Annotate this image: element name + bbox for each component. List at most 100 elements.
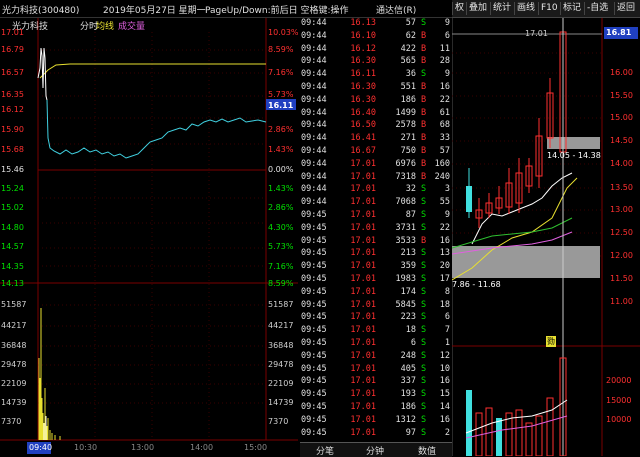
tape-time: 09:44 [301,120,327,131]
pct-label: 10.03% [268,28,299,37]
tape-price: 16.30 [350,94,376,105]
tape-count: 57 [439,146,450,156]
tape-count: 10 [439,363,450,374]
price-label: 17.01 [1,28,24,37]
volume-label: 36848 [268,341,294,350]
tape-row: 09:45 17.01 97 S 2 [300,428,452,440]
tape-price: 17.01 [350,171,376,182]
tape-row: 09:45 17.01 6 S 1 [300,338,452,350]
toolbar-mark-button[interactable]: 标记 [560,2,583,15]
tape-row: 09:44 16.67 750 B 57 [300,146,452,158]
tape-time: 09:45 [301,414,327,425]
tape-volume: 193 [400,389,416,400]
tape-row: 09:45 17.01 359 S 20 [300,261,452,273]
tape-count: 13 [439,248,450,259]
intraday-tab-volume[interactable]: 成交量 [118,19,145,32]
tape-side: S [421,402,427,412]
tape-footer: 分笔 分钟 数值 [300,442,452,457]
tape-row: 09:44 16.13 57 S 9 [300,18,452,30]
tab-values[interactable]: 数值 [418,444,436,457]
intraday-tab-avgline[interactable]: 均线 [96,19,114,32]
tape-count: 3 [444,184,450,195]
toolbar-overlay-button[interactable]: 叠加 [466,2,489,15]
tape-row: 09:45 17.01 193 S 15 [300,389,452,401]
toolbar-watchlist-button[interactable]: -自选 [584,2,610,15]
tape-time: 09:45 [301,286,327,297]
tape-count: 6 [444,312,450,323]
tape-count: 9 [444,69,450,80]
pct-label: 0.00% [268,165,294,174]
pct-label: 8.59% [268,45,294,54]
volume-label: 14739 [268,398,294,407]
trade-tape[interactable]: 09:44 16.13 57 S 9 09:44 16.10 62 B 6 09:44 16.12 42… [300,18,452,442]
tape-row: 09:44 16.11 36 S 9 [300,69,452,81]
tape-side: S [421,376,427,387]
tape-price: 17.01 [350,235,376,246]
tape-volume: 5845 [395,299,416,310]
tape-side: B [421,120,427,131]
volume-label: 22109 [1,379,27,388]
tape-count: 28 [439,56,450,67]
price-label: 14.35 [1,262,24,271]
tape-row: 09:44 16.40 1499 B 61 [300,108,452,120]
service-label: 通达信(R) [376,6,417,16]
tape-side: B [421,107,427,118]
tape-row: 09:45 17.01 174 S 8 [300,287,452,299]
volume-label: 14739 [1,398,27,407]
price-label: 14.13 [1,279,24,288]
tape-price: 17.01 [350,261,376,272]
tape-time: 09:45 [301,248,327,259]
tape-time: 09:45 [301,299,327,310]
tape-time: 09:44 [301,30,327,41]
tape-row: 09:44 16.50 2578 B 68 [300,120,452,132]
tape-count: 14 [439,402,450,412]
toolbar-quan-button[interactable]: 权 [452,2,466,15]
tape-price: 17.01 [350,350,376,361]
tape-side: S [421,427,427,438]
tape-count: 12 [439,350,450,361]
toolbar-back-button[interactable]: 返回 [614,2,637,15]
tape-price: 17.01 [350,427,376,438]
tape-count: 22 [439,94,450,105]
tape-volume: 87 [405,210,416,220]
tape-price: 16.30 [350,82,376,92]
tape-side: S [421,350,427,361]
tab-minutes[interactable]: 分钟 [366,444,384,457]
tape-volume: 97 [405,427,416,438]
tape-side: B [421,133,427,144]
tape-volume: 62 [405,30,416,41]
tape-row: 09:44 17.01 7068 S 55 [300,197,452,209]
kline-chart[interactable]: 17.01 14.05 - 14.38 7.86 - 11.68 勠 16.81… [452,18,640,456]
toolbar-f10-button[interactable]: F10 [538,2,560,15]
intraday-chart[interactable]: 光力科技 分时 均线 成交量 17.01 16.79 16.57 16.35 1… [0,18,299,456]
tape-row: 09:44 16.30 565 B 28 [300,56,452,68]
toolbar-draw-button[interactable]: 画线 [514,2,537,15]
toolbar-stats-button[interactable]: 统计 [490,2,513,15]
tape-count: 160 [434,158,450,169]
tape-row: 09:45 17.01 223 S 6 [300,312,452,324]
tape-volume: 271 [400,133,416,144]
tape-time: 09:45 [301,402,327,412]
volume-label: 44217 [268,321,294,330]
tape-price: 17.01 [350,389,376,400]
tape-volume: 3533 [395,235,416,246]
tape-price: 17.01 [350,248,376,259]
tape-side: B [421,82,427,92]
kline-price-label: 14.50 [610,136,633,145]
price-label: 15.46 [1,165,24,174]
tape-side: B [421,146,427,156]
tape-volume: 248 [400,350,416,361]
tape-price: 17.01 [350,222,376,233]
tape-time: 09:44 [301,18,327,28]
tape-time: 09:45 [301,210,327,220]
tape-count: 11 [439,43,450,54]
tape-volume: 32 [405,184,416,195]
volume-label: 7370 [1,417,22,426]
tape-count: 15 [439,389,450,400]
tape-time: 09:45 [301,376,327,387]
tape-row: 09:44 16.10 62 B 6 [300,31,452,43]
tape-side: S [421,389,427,400]
tape-row: 09:45 17.01 337 S 16 [300,376,452,388]
tab-ticks[interactable]: 分笔 [316,444,334,457]
price-label: 16.57 [1,68,24,77]
